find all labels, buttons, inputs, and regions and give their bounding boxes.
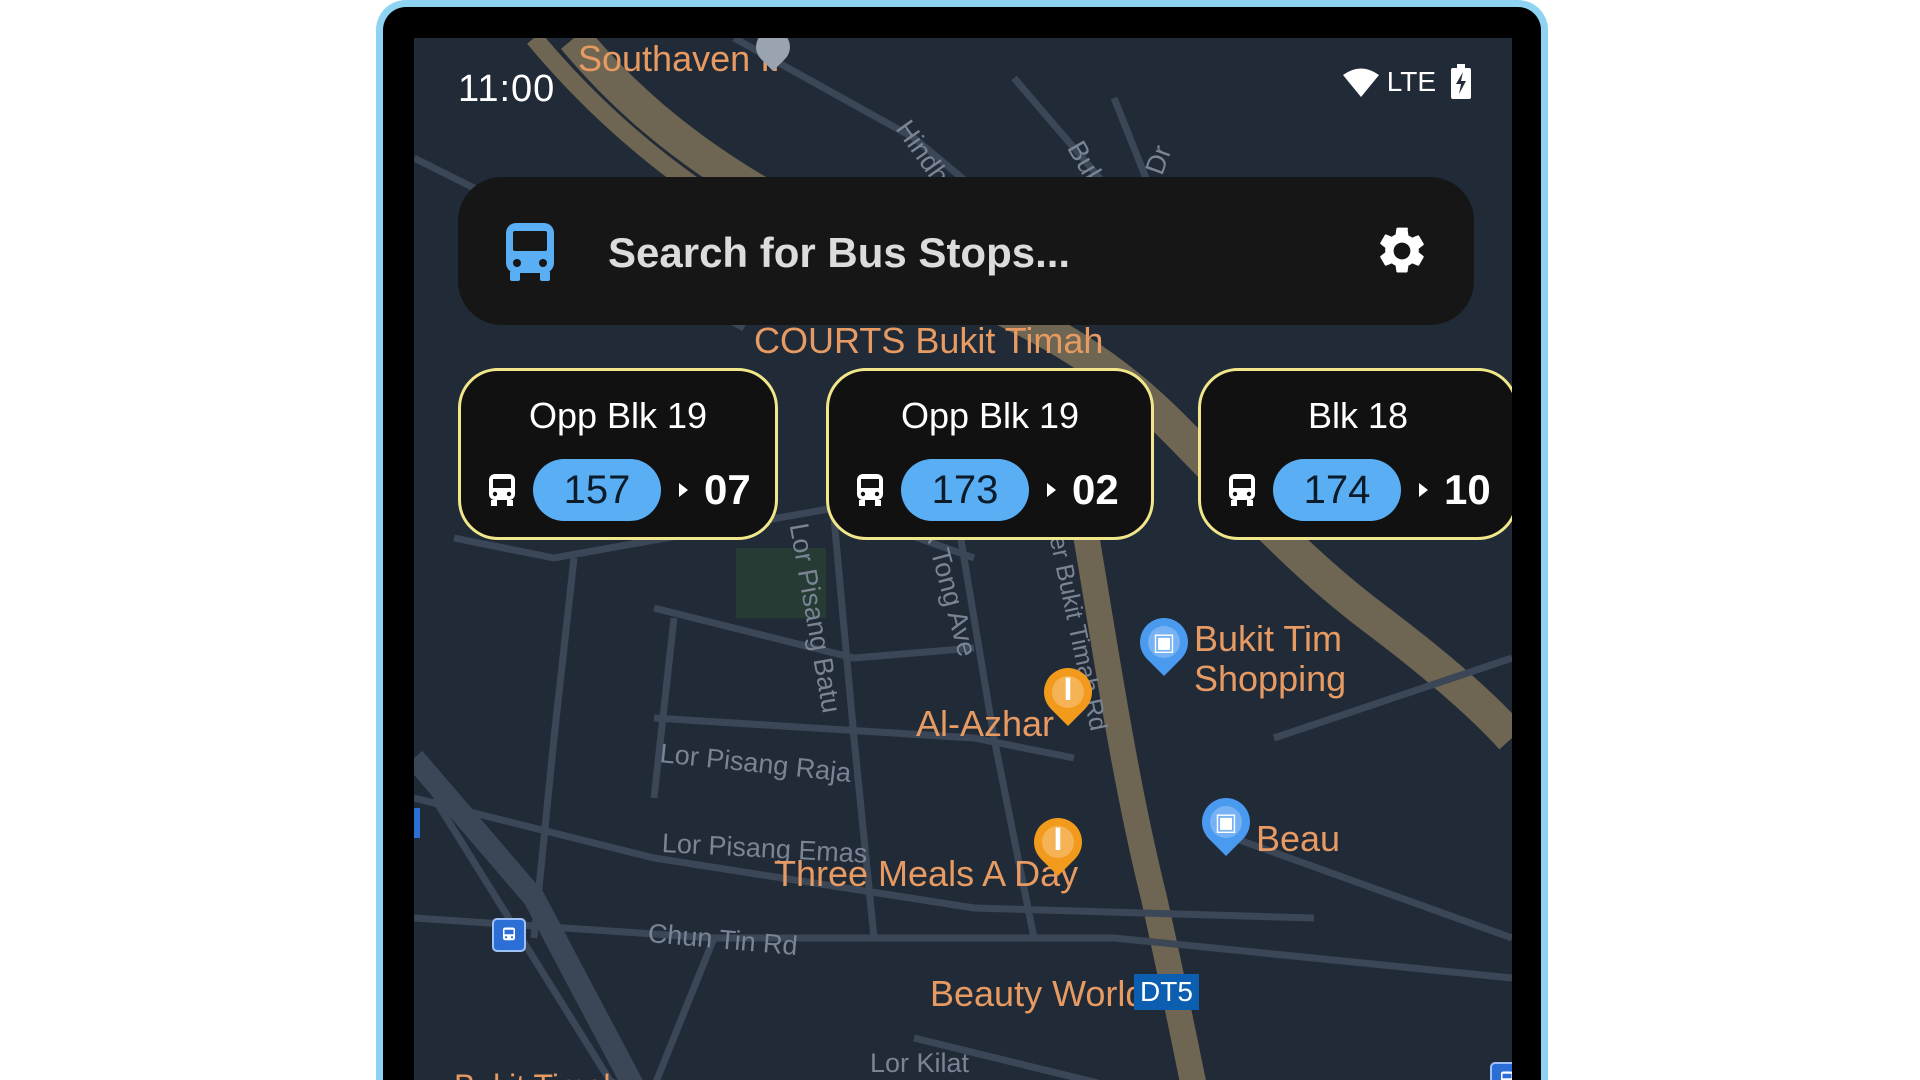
place-label-three-meals[interactable]: Three Meals A Day (774, 853, 1078, 895)
arrow-right-icon (679, 483, 688, 497)
bus-icon (857, 474, 883, 506)
network-type-label: LTE (1386, 66, 1436, 97)
place-label-shopping[interactable]: Bukit Tim (1194, 618, 1342, 660)
bus-service-number[interactable]: 173 (901, 459, 1029, 521)
place-label-beau[interactable]: Beau (1256, 818, 1340, 860)
status-time: 11:00 (458, 68, 556, 110)
bus-stop-marker-icon[interactable] (1490, 1062, 1512, 1080)
bus-stop-name: Opp Blk 19 (900, 395, 1080, 436)
place-label-beauty-world[interactable]: Beauty World (930, 973, 1145, 1015)
place-label-shopping[interactable]: Shopping (1194, 658, 1346, 700)
bus-stop-card[interactable]: Opp Blk 19 157 07 (458, 368, 778, 540)
place-label-courts[interactable]: COURTS Bukit Timah (754, 320, 1103, 362)
bus-stop-marker-icon[interactable] (492, 918, 526, 952)
search-bar[interactable]: Search for Bus Stops... (458, 177, 1474, 325)
place-label: Bukit Timah (454, 1068, 621, 1080)
app-screen: Hindhede V Bukit Dr Dr Lor Pisang Batu l… (414, 38, 1512, 1080)
phone-frame: Hindhede V Bukit Dr Dr Lor Pisang Batu l… (376, 0, 1548, 1080)
bus-icon (1229, 474, 1255, 506)
bus-stop-card[interactable]: Opp Blk 19 173 02 (826, 368, 1154, 540)
bus-arrival-row: 173 02 (855, 459, 1119, 521)
mrt-station-badge[interactable]: DT5 (1134, 974, 1199, 1010)
battery-charging-icon (1451, 64, 1471, 99)
arrival-minutes: 10 (1444, 466, 1491, 513)
search-input[interactable]: Search for Bus Stops... (608, 229, 1070, 277)
arrow-right-icon (1047, 483, 1056, 497)
bus-stop-name: Opp Blk 19 (528, 395, 708, 436)
gear-icon[interactable] (1374, 223, 1430, 279)
bus-arrival-row: 174 10 (1227, 459, 1491, 521)
bus-icon (489, 474, 515, 506)
arrival-minutes: 07 (704, 466, 751, 513)
bus-service-number[interactable]: 174 (1273, 459, 1401, 521)
status-bar: 11:00 LTE (414, 38, 1512, 128)
place-label-al-azhar[interactable]: Al-Azhar (916, 703, 1054, 745)
bus-stop-card[interactable]: Blk 18 174 10 (1198, 368, 1512, 540)
arrow-right-icon (1419, 483, 1428, 497)
bus-icon (506, 223, 554, 281)
road-label: Lor Kilat (870, 1048, 970, 1078)
map-edge-marker (414, 808, 420, 838)
bus-service-number[interactable]: 157 (533, 459, 661, 521)
status-icons: LTE (1341, 64, 1472, 100)
bus-arrival-row: 157 07 (487, 459, 751, 521)
wifi-icon (1342, 68, 1379, 97)
bus-stop-name: Blk 18 (1307, 395, 1409, 436)
arrival-minutes: 02 (1072, 466, 1119, 513)
